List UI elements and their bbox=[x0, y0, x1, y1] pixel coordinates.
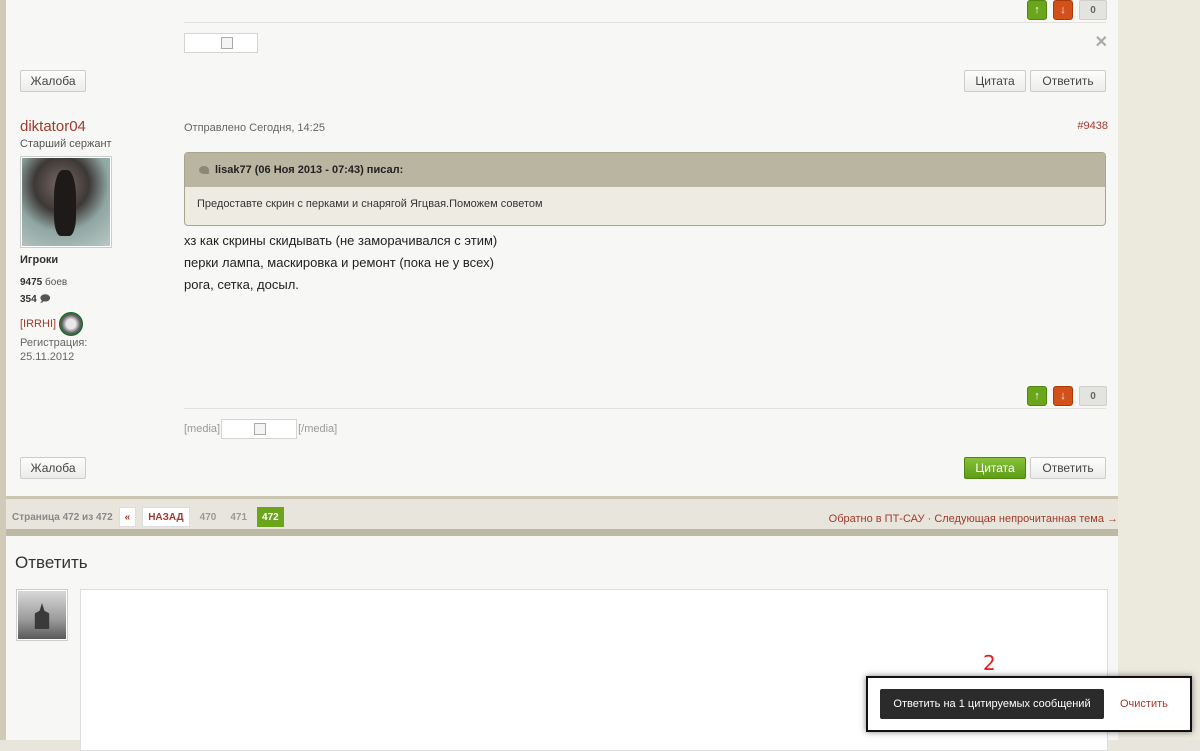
close-icon[interactable]: ✕ bbox=[1095, 32, 1108, 52]
quote-button[interactable]: Цитата bbox=[964, 457, 1026, 479]
back-button[interactable]: НАЗАД bbox=[142, 507, 190, 527]
reply-button[interactable]: Ответить bbox=[1030, 70, 1106, 92]
reply-title: Ответить bbox=[15, 553, 88, 572]
signature-media: [media] [/media] bbox=[184, 419, 337, 439]
quote-text: Предоставте скрин с перками и снарягой Я… bbox=[197, 198, 543, 210]
author-name[interactable]: diktator04 bbox=[20, 118, 86, 135]
quote-button[interactable]: Цитата bbox=[964, 70, 1026, 92]
comment-icon: 🗩 bbox=[39, 294, 51, 305]
right-margin bbox=[1118, 0, 1200, 740]
registration: Регистрация: 25.11.2012 bbox=[20, 337, 88, 363]
vote-down-icon[interactable]: ↓ bbox=[1053, 0, 1073, 20]
divider bbox=[184, 22, 1106, 23]
forum-frame: ↑ ↓ 0 ✕ Жалоба Цитата Ответить diktator0… bbox=[6, 0, 1118, 751]
first-page-button[interactable]: « bbox=[118, 507, 137, 527]
quote-icon bbox=[199, 166, 209, 174]
multiquote-popup: Ответить на 1 цитируемых сообщений Очист… bbox=[866, 676, 1192, 732]
vote-count: 0 bbox=[1079, 0, 1107, 20]
pagination: Страница 472 из 472 « НАЗАД 470 471 472 bbox=[12, 507, 284, 527]
broken-image-icon bbox=[221, 37, 233, 49]
multiquote-clear-link[interactable]: Очистить bbox=[1120, 698, 1168, 710]
my-avatar bbox=[16, 589, 68, 641]
quote-header: lisak77 (06 Ноя 2013 - 07:43) писал: bbox=[185, 153, 1105, 187]
prev-vote-box: ↑ ↓ 0 bbox=[1027, 0, 1107, 20]
post-line: хз как скрины скидывать (не заморачивалс… bbox=[184, 233, 498, 248]
avatar[interactable] bbox=[20, 156, 112, 248]
reply-button[interactable]: Ответить bbox=[1030, 457, 1106, 479]
previous-post: ↑ ↓ 0 ✕ Жалоба Цитата Ответить bbox=[6, 0, 1118, 107]
posts-count: 354 🗩 bbox=[20, 294, 51, 305]
post-body: хз как скрины скидывать (не заморачивалс… bbox=[184, 230, 497, 296]
vote-count: 0 bbox=[1079, 386, 1107, 406]
user-group: Игроки bbox=[20, 254, 59, 266]
broken-image-icon bbox=[254, 423, 267, 435]
clan[interactable]: [IRRHI] bbox=[20, 312, 84, 336]
post-line: рога, сетка, досыл. bbox=[184, 277, 299, 292]
page-info: Страница 472 из 472 bbox=[12, 511, 113, 523]
vote-up-icon[interactable]: ↑ bbox=[1027, 386, 1047, 406]
next-unread-link[interactable]: Следующая непрочитанная тема → bbox=[934, 513, 1118, 525]
forum-post: diktator04 Старший сержант Игроки 9475 б… bbox=[6, 106, 1118, 494]
page-link[interactable]: 470 bbox=[196, 512, 221, 523]
clan-emblem-icon bbox=[59, 312, 84, 336]
battles-count: 9475 боев bbox=[20, 277, 68, 288]
page-link[interactable]: 471 bbox=[226, 512, 251, 523]
signature-image bbox=[221, 419, 298, 439]
divider bbox=[184, 408, 1106, 409]
signature-image bbox=[184, 33, 258, 53]
pagination-bar: Страница 472 из 472 « НАЗАД 470 471 472 … bbox=[6, 496, 1118, 536]
report-button[interactable]: Жалоба bbox=[20, 70, 86, 92]
vote-up-icon[interactable]: ↑ bbox=[1027, 0, 1047, 20]
vote-down-icon[interactable]: ↓ bbox=[1053, 386, 1073, 406]
author-rank: Старший сержант bbox=[20, 138, 112, 150]
report-button[interactable]: Жалоба bbox=[20, 457, 86, 479]
back-to-forum-link[interactable]: Обратно в ПТ-САУ bbox=[829, 513, 925, 525]
post-line: перки лампа, маскировка и ремонт (пока н… bbox=[184, 255, 494, 270]
post-number-link[interactable]: #9438 bbox=[1077, 120, 1108, 132]
multiquote-reply-button[interactable]: Ответить на 1 цитируемых сообщений bbox=[880, 689, 1104, 719]
current-page: 472 bbox=[257, 507, 284, 527]
annotation-number: 2 bbox=[983, 651, 996, 675]
vote-box: ↑ ↓ 0 bbox=[1027, 386, 1107, 406]
post-date: Отправлено Сегодня, 14:25 bbox=[184, 122, 325, 134]
quote-block: lisak77 (06 Ноя 2013 - 07:43) писал: Пре… bbox=[184, 152, 1106, 226]
topic-nav: Обратно в ПТ-САУ · Следующая непрочитанн… bbox=[828, 513, 1118, 525]
